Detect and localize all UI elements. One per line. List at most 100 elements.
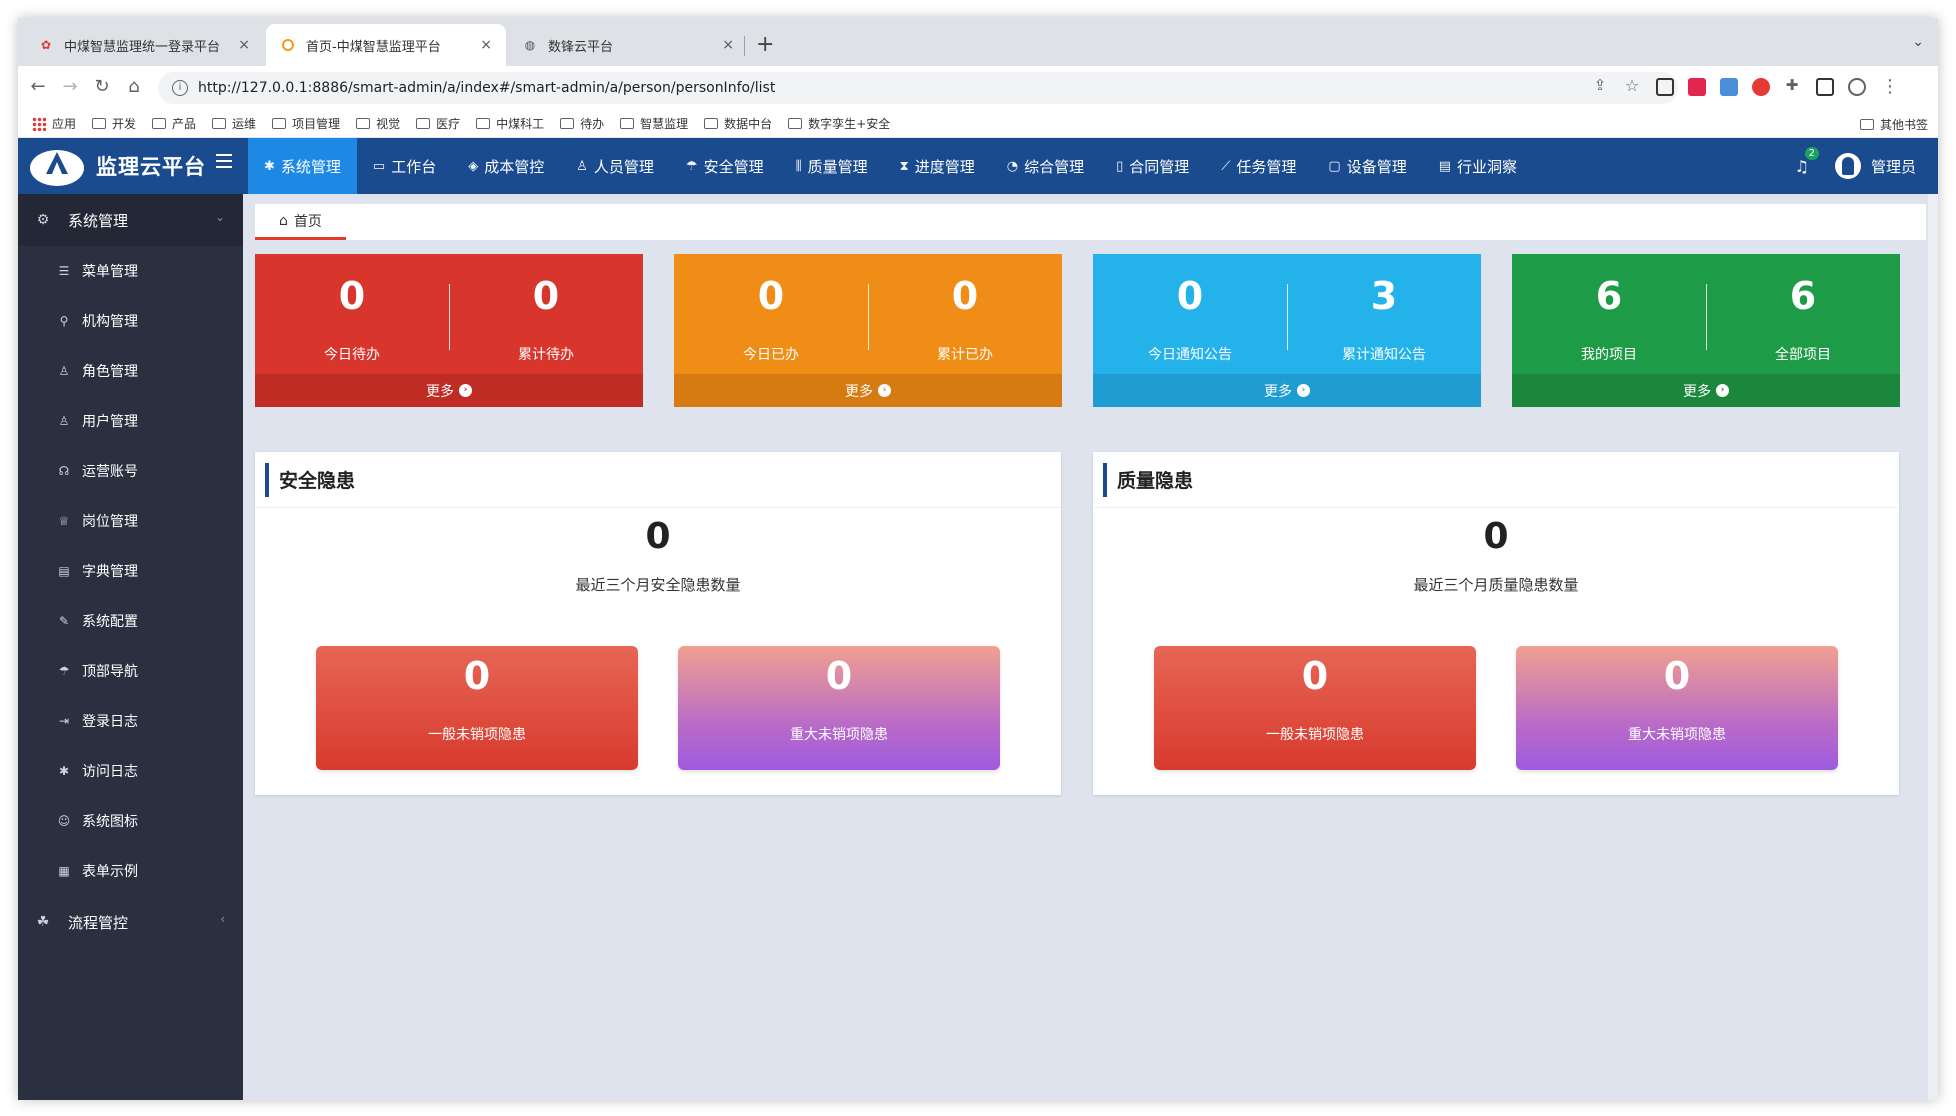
nav-system-management[interactable]: ✱ 系统管理 xyxy=(248,138,357,194)
layers-icon: ◈ xyxy=(468,158,479,174)
folder-icon xyxy=(356,118,371,129)
nav-progress[interactable]: ⧗ 进度管理 xyxy=(884,138,991,194)
sidebar-group-workflow[interactable]: ☘ 流程管控 ‹ xyxy=(18,896,243,948)
sidebar-item-role[interactable]: ♙ 角色管理 xyxy=(18,346,243,396)
puzzle-icon[interactable]: ✚ xyxy=(1780,76,1804,94)
bookmark-folder[interactable]: 运维 xyxy=(212,115,256,132)
more-link[interactable]: 更多 › xyxy=(1093,374,1481,407)
sidebar-item-icons[interactable]: ☺ 系统图标 xyxy=(18,796,243,846)
bookmark-folder[interactable]: 开发 xyxy=(92,115,136,132)
extension-m-icon[interactable] xyxy=(1656,78,1674,96)
folder-icon xyxy=(272,118,287,129)
notification-bell-icon[interactable]: ♫ 2 xyxy=(1795,146,1819,176)
folder-icon xyxy=(788,118,803,129)
extension-blue-icon[interactable] xyxy=(1720,78,1738,96)
back-arrow-icon[interactable]: ← xyxy=(26,76,50,97)
forward-arrow-icon[interactable]: → xyxy=(58,76,82,97)
sidebar-item-menu[interactable]: ☰ 菜单管理 xyxy=(18,246,243,296)
sidebar-item-form-demo[interactable]: ▦ 表单示例 xyxy=(18,846,243,896)
main-content: ⌂ 首页 0 0 今日待办 累计待办 更多 › 0 0 今日已办 累计已办 更多 ›… xyxy=(243,194,1938,1100)
folder-icon xyxy=(212,118,227,129)
bookmark-folder[interactable]: 待办 xyxy=(560,115,604,132)
bookmark-folder[interactable]: 数据中台 xyxy=(704,115,772,132)
bookmark-folder[interactable]: 产品 xyxy=(152,115,196,132)
url-input[interactable]: i http://127.0.0.1:8886/smart-admin/a/in… xyxy=(158,72,1678,104)
app-favicon-icon: ✿ xyxy=(40,38,52,52)
nav-task[interactable]: ⟋ 任务管理 xyxy=(1205,138,1312,194)
general-hazard-card[interactable]: 0 一般未销项隐患 xyxy=(1154,646,1476,770)
bookmark-apps[interactable]: 应用 xyxy=(32,115,76,132)
close-tab-icon[interactable]: × xyxy=(722,37,734,53)
browser-tab-login[interactable]: ✿ 中煤智慧监理统一登录平台 × xyxy=(24,24,264,66)
bookmark-folder[interactable]: 智慧监理 xyxy=(620,115,688,132)
nav-quality[interactable]: ⫼ 质量管理 xyxy=(780,138,884,194)
bookmark-folder[interactable]: 项目管理 xyxy=(272,115,340,132)
sidebar-item-ops-account[interactable]: ☊ 运营账号 xyxy=(18,446,243,496)
apps-grid-icon xyxy=(32,116,46,131)
bookmark-folder[interactable]: 中煤科工 xyxy=(476,115,544,132)
extension-red-icon[interactable] xyxy=(1688,78,1706,96)
sidebar-group-system[interactable]: ⚙ 系统管理 ⌄ xyxy=(18,194,243,246)
sidebar-item-login-log[interactable]: ⇥ 登录日志 xyxy=(18,696,243,746)
tab-search-chevron-icon[interactable]: ⌄ xyxy=(1912,34,1924,50)
content-scrollbar[interactable] xyxy=(1928,194,1938,1100)
major-hazard-card[interactable]: 0 重大未销项隐患 xyxy=(678,646,1000,770)
nav-cost-control[interactable]: ◈ 成本管控 xyxy=(452,138,560,194)
close-tab-icon[interactable]: × xyxy=(480,37,492,53)
nav-contract[interactable]: ▯ 合同管理 xyxy=(1100,138,1205,194)
browser-menu-icon[interactable]: ⋮ xyxy=(1878,76,1902,97)
browser-tab-home[interactable]: 首页-中煤智慧监理平台 × xyxy=(266,24,506,66)
more-link[interactable]: 更多 › xyxy=(255,374,643,407)
arrow-circle-right-icon: › xyxy=(459,384,472,397)
bookmark-folder[interactable]: 视觉 xyxy=(356,115,400,132)
home-icon[interactable]: ⌂ xyxy=(122,76,146,97)
nav-workbench[interactable]: ▭ 工作台 xyxy=(357,138,452,194)
new-tab-button[interactable]: + xyxy=(756,32,774,57)
extension-dot-icon[interactable] xyxy=(1752,78,1770,96)
notification-badge: 2 xyxy=(1804,146,1819,160)
more-link[interactable]: 更多 › xyxy=(674,374,1062,407)
browser-tab-shufeng[interactable]: ◍ 数锋云平台 × xyxy=(508,24,748,66)
major-hazard-count: 0 xyxy=(1663,654,1691,698)
sidepanel-icon[interactable] xyxy=(1816,78,1834,96)
page-tabs-bar: ⌂ 首页 xyxy=(255,204,1926,240)
bookmark-folder[interactable]: 数字孪生+安全 xyxy=(788,115,890,132)
logo[interactable]: 监理云平台 xyxy=(28,142,206,190)
reload-icon[interactable]: ↻ xyxy=(90,76,114,97)
nav-safety[interactable]: ☂ 安全管理 xyxy=(670,138,780,194)
sidebar-item-config[interactable]: ✎ 系统配置 xyxy=(18,596,243,646)
share-icon[interactable]: ⇪ xyxy=(1588,76,1612,94)
sidebar-item-dict[interactable]: ▤ 字典管理 xyxy=(18,546,243,596)
sidebar-item-org[interactable]: ⚲ 机构管理 xyxy=(18,296,243,346)
folder-icon xyxy=(620,118,635,129)
general-hazard-card[interactable]: 0 一般未销项隐患 xyxy=(316,646,638,770)
profile-icon[interactable] xyxy=(1848,78,1866,96)
menu-toggle-icon[interactable] xyxy=(216,154,232,168)
tab-home[interactable]: ⌂ 首页 xyxy=(255,204,346,240)
user-name[interactable]: 管理员 xyxy=(1871,156,1916,177)
calendar-icon: ▦ xyxy=(58,864,70,878)
more-link[interactable]: 更多 › xyxy=(1512,374,1900,407)
umbrella-icon: ☂ xyxy=(58,664,70,678)
other-bookmarks[interactable]: 其他书签 xyxy=(1859,116,1928,133)
arrow-circle-right-icon: › xyxy=(878,384,891,397)
bookmark-folder[interactable]: 医疗 xyxy=(416,115,460,132)
nav-industry-insight[interactable]: ▤ 行业洞察 xyxy=(1423,138,1533,194)
sidebar-item-topnav[interactable]: ☂ 顶部导航 xyxy=(18,646,243,696)
stat-left-number: 0 xyxy=(338,274,366,318)
trend-icon: ⟋ xyxy=(1221,158,1231,174)
nav-equipment[interactable]: ▢ 设备管理 xyxy=(1312,138,1422,194)
close-tab-icon[interactable]: × xyxy=(238,37,250,53)
asterisk-icon: ✱ xyxy=(264,158,275,174)
bookmark-star-icon[interactable]: ☆ xyxy=(1620,76,1644,95)
folder-icon xyxy=(152,118,167,129)
sidebar-item-user[interactable]: ♙ 用户管理 xyxy=(18,396,243,446)
hazard-total: 0 xyxy=(1483,516,1509,557)
site-info-icon[interactable]: i xyxy=(172,80,188,96)
sidebar-item-access-log[interactable]: ✱ 访问日志 xyxy=(18,746,243,796)
major-hazard-card[interactable]: 0 重大未销项隐患 xyxy=(1516,646,1838,770)
nav-personnel[interactable]: ♙ 人员管理 xyxy=(560,138,670,194)
avatar[interactable] xyxy=(1834,153,1861,179)
nav-general[interactable]: ◔ 综合管理 xyxy=(991,138,1100,194)
sidebar-item-post[interactable]: ♕ 岗位管理 xyxy=(18,496,243,546)
